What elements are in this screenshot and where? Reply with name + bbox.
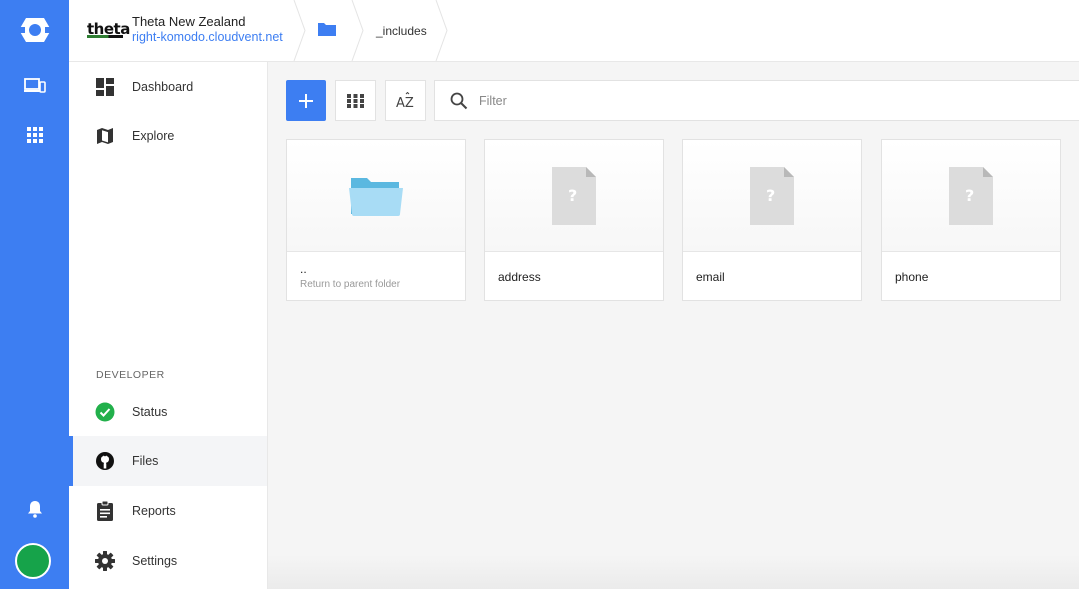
app-rail bbox=[0, 0, 69, 589]
dashboard-icon bbox=[95, 77, 115, 97]
file-thumbnail: ? bbox=[485, 140, 663, 252]
sidebar-item-label: Settings bbox=[132, 554, 178, 568]
search-icon bbox=[450, 92, 468, 110]
file-thumbnail: ? bbox=[882, 140, 1060, 252]
sidebar-item-explore[interactable]: Explore bbox=[69, 111, 267, 161]
devices-icon[interactable] bbox=[0, 72, 69, 100]
file-card-parent-folder[interactable]: .. Return to parent folder bbox=[286, 139, 466, 301]
breadcrumb-current[interactable]: _includes bbox=[376, 24, 427, 38]
unknown-file-icon: ? bbox=[949, 166, 993, 225]
breadcrumb-separator bbox=[351, 0, 364, 61]
github-icon bbox=[95, 451, 115, 471]
filter-bar bbox=[434, 80, 1079, 121]
bell-icon[interactable] bbox=[0, 497, 69, 521]
filter-input[interactable] bbox=[479, 89, 1039, 113]
file-card-phone[interactable]: ? phone bbox=[881, 139, 1061, 301]
plus-icon bbox=[299, 93, 313, 108]
sort-label: AZ bbox=[396, 96, 414, 110]
file-card-email[interactable]: ? email bbox=[682, 139, 862, 301]
unknown-file-icon: ? bbox=[552, 166, 596, 225]
brand-logo-underline bbox=[87, 35, 123, 38]
file-name: phone bbox=[895, 270, 929, 284]
file-thumbnail bbox=[287, 140, 465, 252]
sidebar-item-status[interactable]: Status bbox=[69, 387, 267, 437]
site-url-link[interactable]: right-komodo.cloudvent.net bbox=[132, 30, 283, 44]
sidebar-item-reports[interactable]: Reports bbox=[69, 486, 267, 536]
file-name: address bbox=[498, 270, 541, 284]
file-name: email bbox=[696, 270, 725, 284]
map-icon bbox=[95, 126, 115, 146]
sidebar-item-settings[interactable]: Settings bbox=[69, 536, 267, 586]
sidebar-item-label: Dashboard bbox=[132, 80, 194, 94]
file-name: .. bbox=[300, 262, 307, 276]
gear-icon bbox=[95, 551, 115, 571]
unknown-glyph: ? bbox=[568, 186, 577, 205]
grid-view-button[interactable] bbox=[335, 80, 376, 121]
add-file-button[interactable] bbox=[286, 80, 326, 121]
folder-icon bbox=[349, 177, 403, 216]
sidebar-item-label: Reports bbox=[132, 504, 176, 518]
section-heading-developer: DEVELOPER bbox=[96, 369, 165, 381]
breadcrumb-separator bbox=[435, 0, 448, 61]
sidebar-item-label: Explore bbox=[132, 129, 175, 143]
cloudcannon-logo-icon[interactable] bbox=[0, 12, 69, 48]
sidebar-item-label: Status bbox=[132, 405, 168, 419]
file-subtitle: Return to parent folder bbox=[300, 279, 401, 290]
file-thumbnail: ? bbox=[683, 140, 861, 252]
unknown-glyph: ? bbox=[766, 186, 775, 205]
sort-az-icon: AZ bbox=[396, 91, 414, 110]
clipboard-icon bbox=[95, 501, 115, 521]
site-name: Theta New Zealand bbox=[132, 14, 246, 29]
breadcrumb-separator bbox=[293, 0, 306, 61]
file-card-address[interactable]: ? address bbox=[484, 139, 664, 301]
sidebar: Dashboard Explore DEVELOPER Status Files bbox=[69, 62, 268, 589]
sidebar-item-files[interactable]: Files bbox=[69, 436, 267, 486]
sidebar-item-label: Files bbox=[132, 454, 159, 468]
top-bar: theta Theta New Zealand right-komodo.clo… bbox=[69, 0, 1079, 62]
sidebar-item-dashboard[interactable]: Dashboard bbox=[69, 62, 267, 112]
unknown-glyph: ? bbox=[965, 186, 974, 205]
apps-grid-icon[interactable] bbox=[0, 121, 69, 149]
avatar[interactable] bbox=[15, 543, 51, 579]
sort-button[interactable]: AZ bbox=[385, 80, 426, 121]
check-circle-icon bbox=[95, 402, 115, 422]
unknown-file-icon: ? bbox=[750, 166, 794, 225]
site-selector[interactable]: theta Theta New Zealand right-komodo.clo… bbox=[69, 0, 297, 61]
folder-icon[interactable] bbox=[317, 21, 337, 39]
bottom-shadow bbox=[268, 555, 1079, 589]
grid-view-icon bbox=[347, 93, 364, 108]
